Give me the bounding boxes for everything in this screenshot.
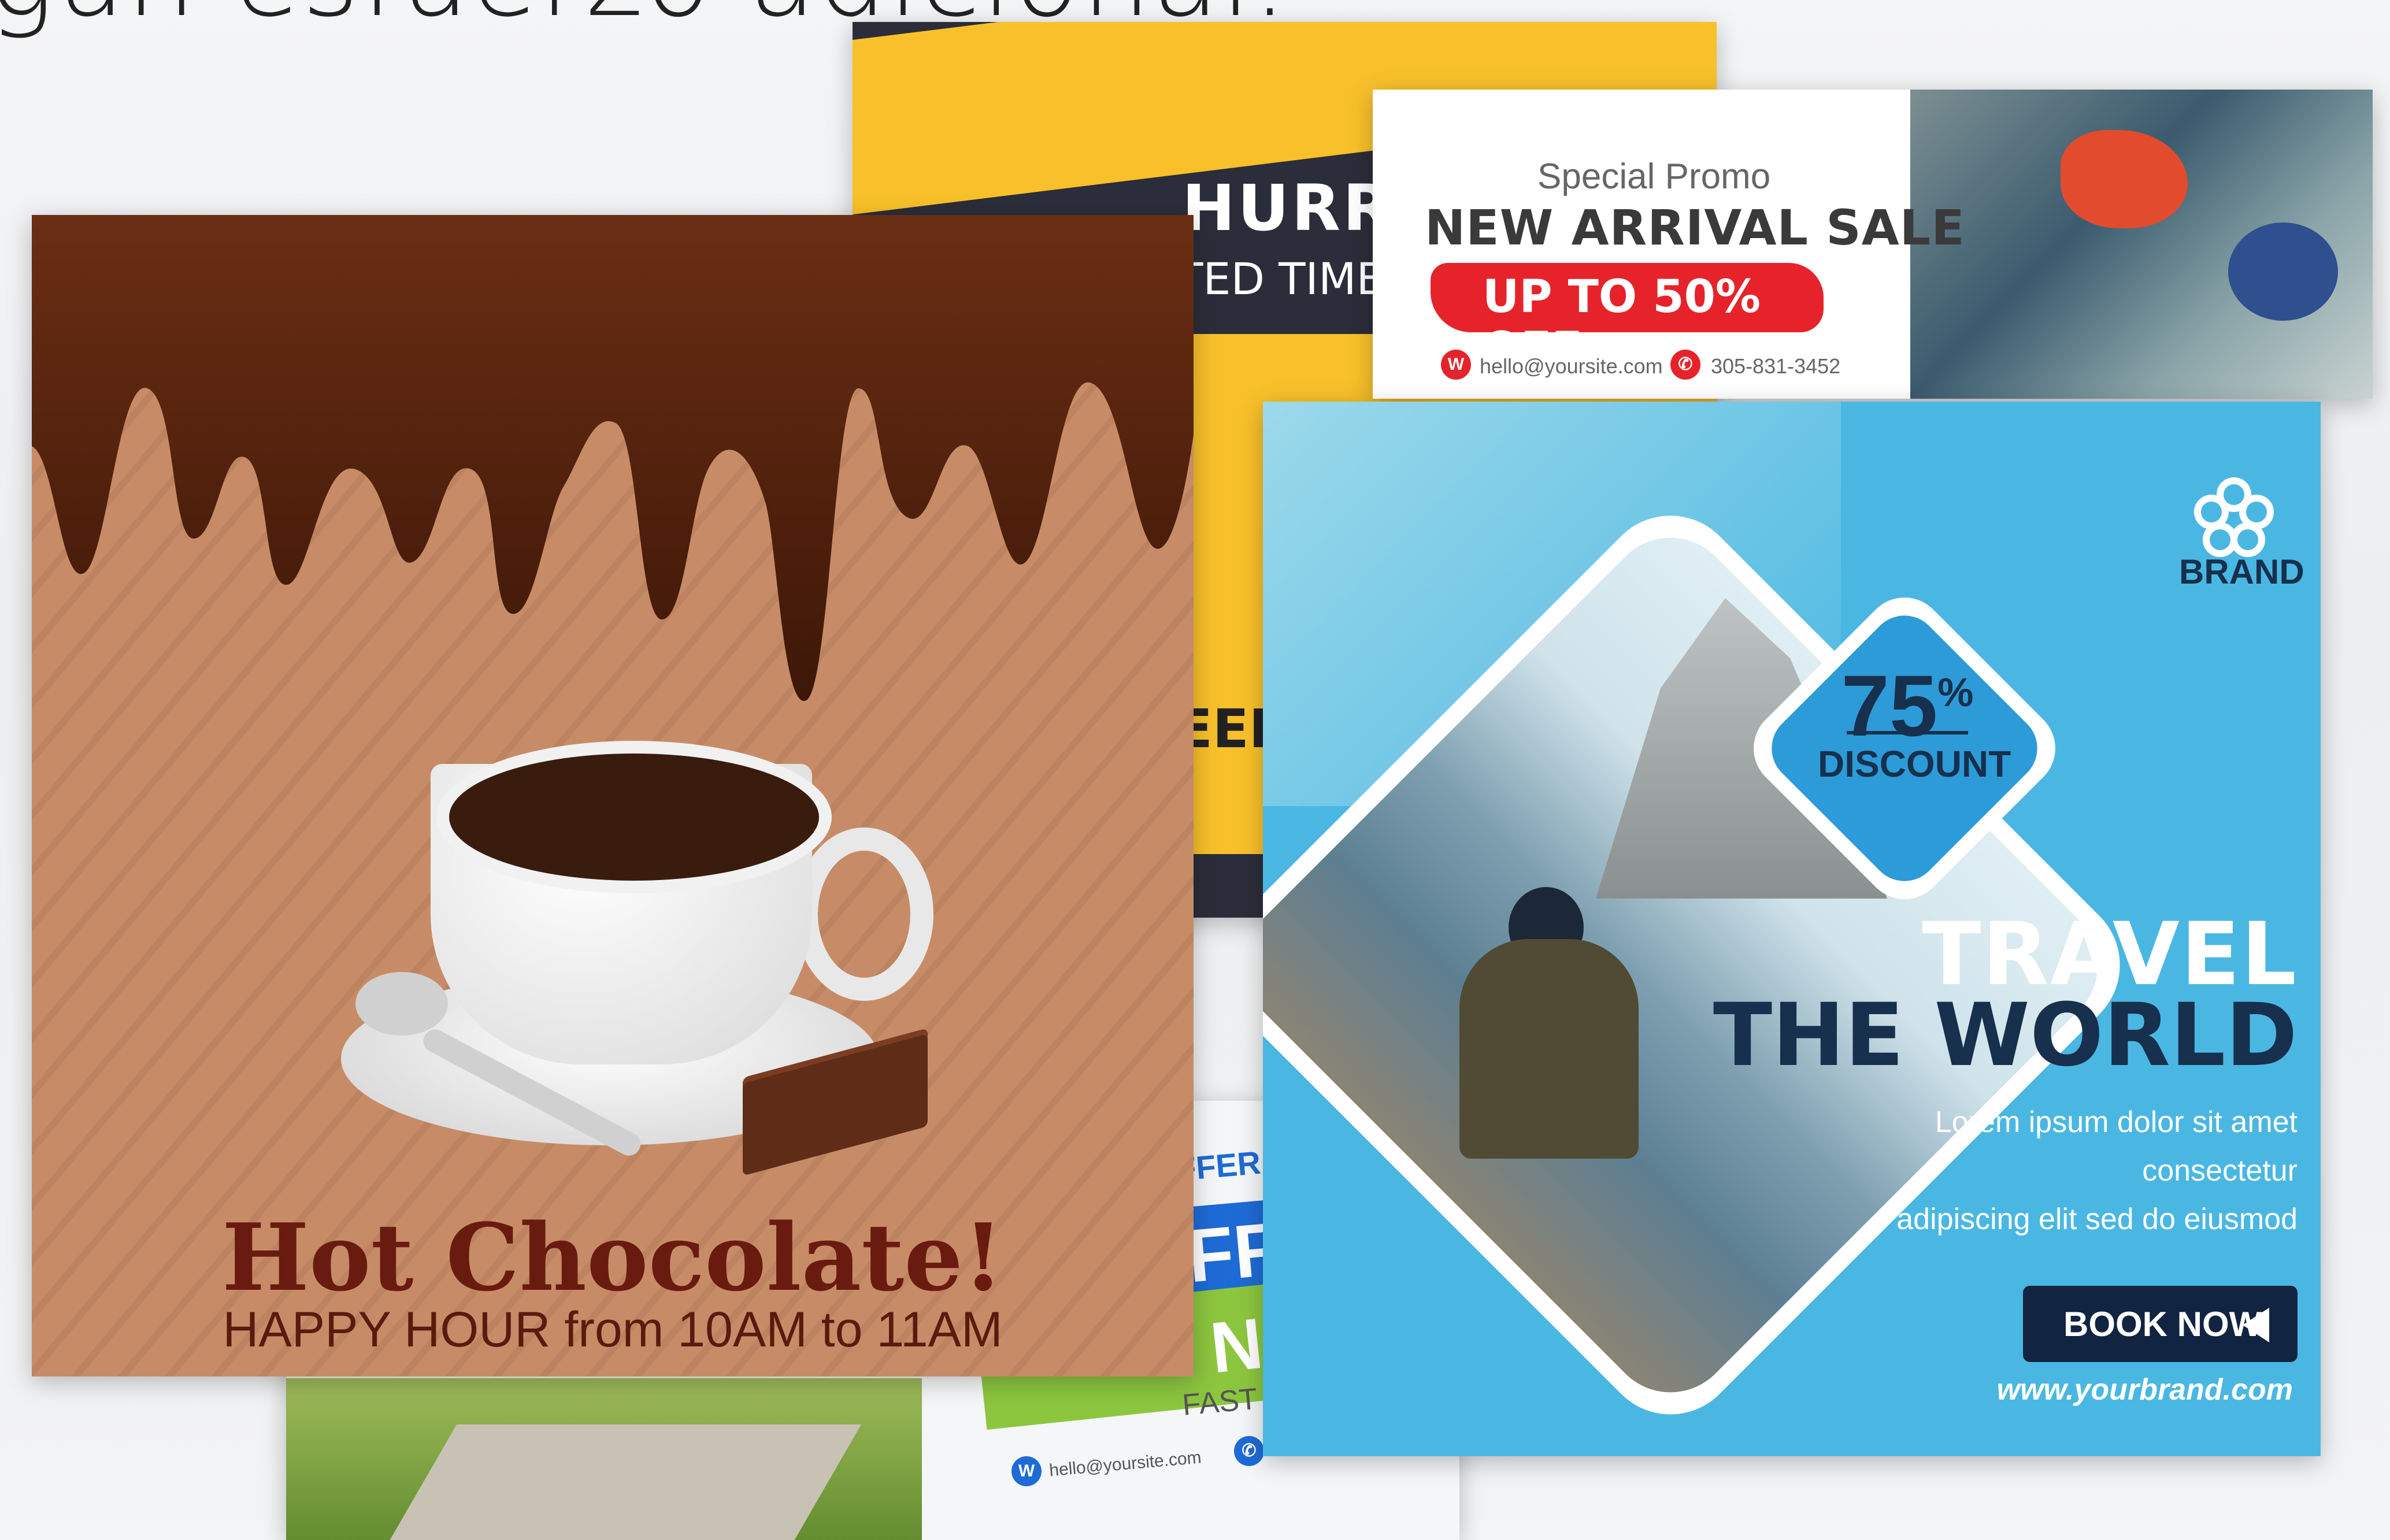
cup-drink-surface [436, 741, 832, 893]
promo-banner-card[interactable]: Special Promo NEW ARRIVAL SALE UP TO 50%… [1373, 90, 2373, 399]
promo-badge: UP TO 50% OFF [1431, 263, 1824, 375]
phone-icon: ✆ [1670, 350, 1700, 380]
brand-flower-icon [2194, 477, 2274, 557]
play-left-icon [2243, 1308, 2269, 1342]
brand-name: BRAND [2179, 552, 2304, 591]
discount-label: DISCOUNT [1818, 743, 2011, 785]
man-body [1459, 939, 1639, 1159]
promo-phone: 305-831-3452 [1711, 354, 1841, 378]
discount-divider [1847, 731, 1968, 734]
spoon-head [355, 972, 448, 1036]
travel-body: Lorem ipsum dolor sit amet consectetur a… [1824, 1098, 2298, 1244]
chocolate-subtitle: HAPPY HOUR from 10AM to 11AM [223, 1302, 1003, 1357]
chocolate-drip [32, 215, 1194, 702]
promo-kicker: Special Promo [1537, 157, 1771, 196]
travel-body-line1: Lorem ipsum dolor sit amet consectetur [1935, 1105, 2298, 1188]
travel-title-line2: THE WORLD [1713, 985, 2298, 1086]
promo-title: NEW ARRIVAL SALE [1425, 199, 1965, 256]
book-now-button[interactable]: BOOK NOW [2023, 1286, 2298, 1362]
discount-value: 75% [1841, 657, 1974, 754]
offer-email: hello@yoursite.com [1048, 1448, 1202, 1480]
travel-body-line2: adipiscing elit sed do eiusmod [1896, 1203, 2298, 1236]
blue-shoe-shape [2228, 222, 2338, 321]
travel-banner-card[interactable]: 75% DISCOUNT BRAND TRAVEL THE WORLD Lore… [1263, 402, 2321, 1456]
hot-chocolate-card[interactable]: Hot Chocolate! HAPPY HOUR from 10AM to 1… [32, 215, 1194, 1376]
web-icon: W [1441, 350, 1471, 380]
web-icon: W [1011, 1456, 1042, 1486]
promo-email: hello@yoursite.com [1480, 354, 1663, 378]
phone-icon: ✆ [1234, 1436, 1264, 1466]
book-now-label: BOOK NOW [2063, 1305, 2262, 1344]
cup-handle [795, 827, 933, 1001]
chocolate-title: Hot Chocolate! [221, 1203, 1004, 1312]
hurry-subtitle: TED TIME [1176, 253, 1384, 305]
brand-url[interactable]: www.yourbrand.com [1997, 1372, 2293, 1407]
